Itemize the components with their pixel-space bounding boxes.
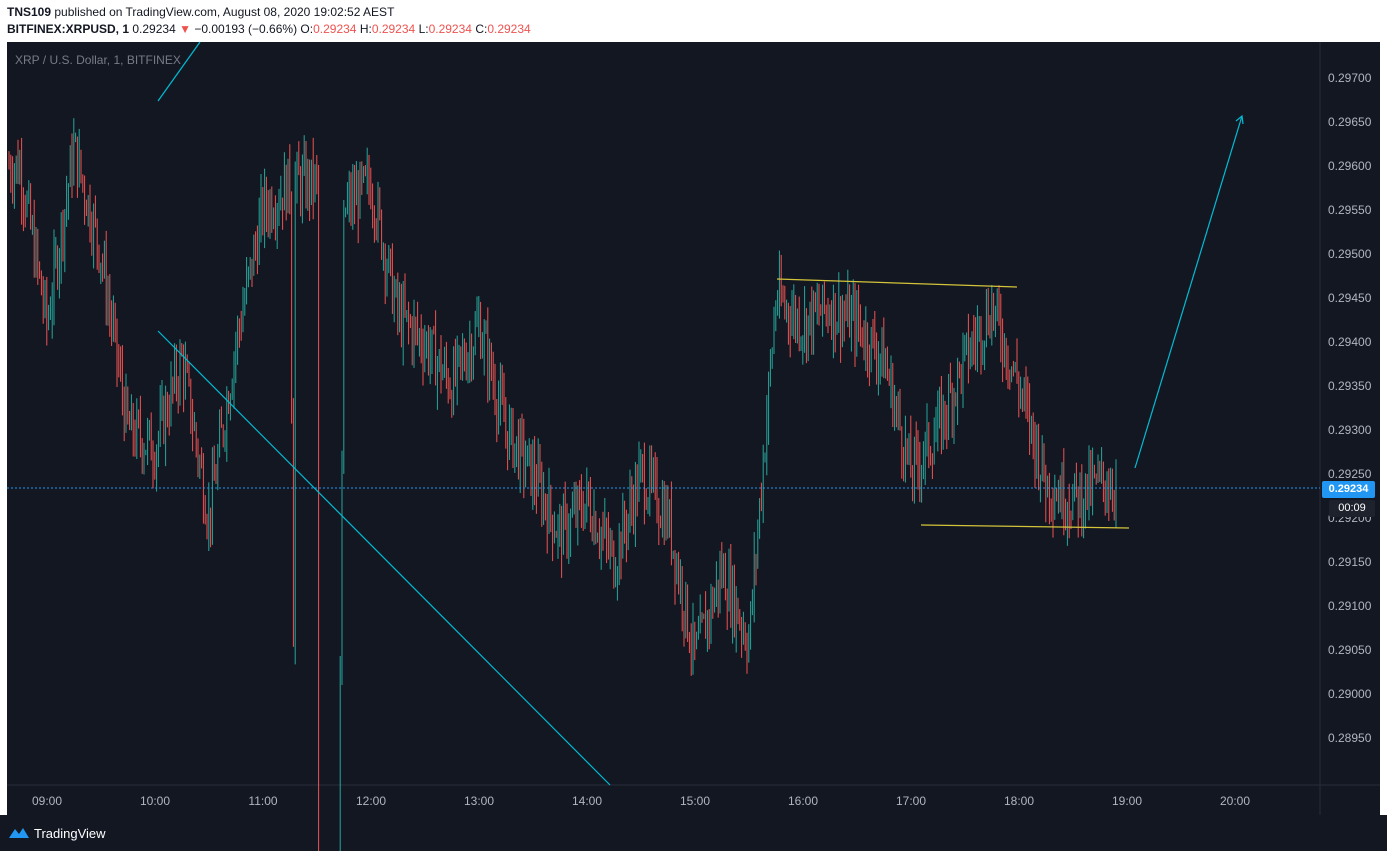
y-tick-label: 0.29350 bbox=[1328, 379, 1372, 393]
trend-arrow-projection[interactable] bbox=[1134, 115, 1243, 469]
x-tick-label: 16:00 bbox=[788, 794, 818, 808]
price-chart[interactable]: 0.28950 0.29000 0.29050 0.29100 0.29150 0.292… bbox=[0, 0, 1387, 851]
trend-line-descending[interactable] bbox=[157, 330, 611, 786]
x-tick-label: 19:00 bbox=[1112, 794, 1142, 808]
y-tick-label: 0.29550 bbox=[1328, 203, 1372, 217]
y-tick-label: 0.29250 bbox=[1328, 467, 1372, 481]
tradingview-brand: TradingView bbox=[34, 825, 106, 841]
x-tick-label: 09:00 bbox=[32, 794, 62, 808]
y-tick-label: 0.28950 bbox=[1328, 731, 1372, 745]
y-tick-label: 0.29100 bbox=[1328, 599, 1372, 613]
symbol-description: XRP / U.S. Dollar, 1, BITFINEX bbox=[15, 53, 181, 67]
y-tick-label: 0.29650 bbox=[1328, 115, 1372, 129]
y-tick-label: 0.29300 bbox=[1328, 423, 1372, 437]
x-tick-label: 12:00 bbox=[356, 794, 386, 808]
x-tick-label: 15:00 bbox=[680, 794, 710, 808]
y-tick-label: 0.29700 bbox=[1328, 71, 1372, 85]
x-tick-label: 18:00 bbox=[1004, 794, 1034, 808]
bar-timer: 00:09 bbox=[1329, 500, 1375, 517]
support-line[interactable] bbox=[920, 524, 1130, 529]
x-tick-label: 13:00 bbox=[464, 794, 494, 808]
y-tick-label: 0.29500 bbox=[1328, 247, 1372, 261]
x-tick-label: 20:00 bbox=[1220, 794, 1250, 808]
y-tick-label: 0.29450 bbox=[1328, 291, 1372, 305]
trend-line-upper[interactable] bbox=[157, 41, 201, 102]
y-tick-label: 0.29400 bbox=[1328, 335, 1372, 349]
resistance-line[interactable] bbox=[776, 278, 1018, 288]
tradingview-logo[interactable]: TradingView bbox=[8, 824, 106, 842]
x-tick-label: 17:00 bbox=[896, 794, 926, 808]
x-tick-label: 10:00 bbox=[140, 794, 170, 808]
x-tick-label: 14:00 bbox=[572, 794, 602, 808]
y-tick-label: 0.29150 bbox=[1328, 555, 1372, 569]
y-tick-label: 0.29600 bbox=[1328, 159, 1372, 173]
y-tick-label: 0.29050 bbox=[1328, 643, 1372, 657]
last-price-tag: 0.29234 bbox=[1322, 481, 1375, 498]
y-tick-label: 0.29000 bbox=[1328, 687, 1372, 701]
x-tick-label: 11:00 bbox=[248, 794, 277, 808]
tradingview-logo-icon bbox=[9, 828, 29, 838]
